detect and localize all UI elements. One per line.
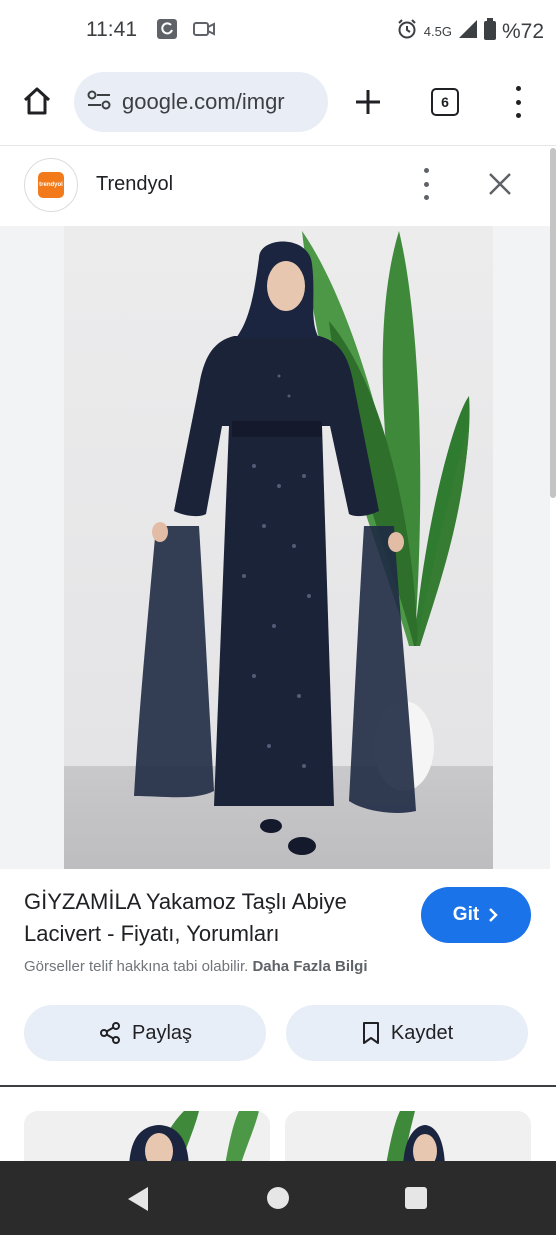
source-header: trendyol Trendyol <box>0 146 550 226</box>
visit-label: Git <box>452 904 480 925</box>
url-text: google.com/imgr <box>122 89 285 114</box>
product-image[interactable] <box>64 226 493 869</box>
recents-button[interactable] <box>405 1187 427 1209</box>
home-button[interactable] <box>20 84 54 118</box>
address-bar[interactable]: google.com/imgr <box>74 72 328 132</box>
more-vertical-icon <box>515 86 521 118</box>
section-divider <box>0 1085 556 1087</box>
back-icon <box>128 1187 148 1211</box>
browser-toolbar: google.com/imgr 6 <box>0 60 556 146</box>
share-label: Paylaş <box>131 1021 193 1044</box>
source-name[interactable]: Trendyol <box>96 173 173 196</box>
home-icon <box>23 87 51 115</box>
image-viewer <box>0 226 550 869</box>
trendyol-logo-icon: trendyol <box>38 172 64 198</box>
plus-icon <box>356 90 380 114</box>
status-system-icons: 4.5G %72 <box>396 18 544 45</box>
status-notification-icons <box>156 18 216 45</box>
status-bar: 11:41 4.5G %72 <box>0 0 556 60</box>
close-icon <box>489 173 511 195</box>
copyright-notice: Görseller telif hakkına tabi olabilir. D… <box>24 958 367 975</box>
share-icon <box>99 1022 120 1044</box>
product-title[interactable]: GİYZAMİLA Yakamoz Taşlı Abiye Lacivert -… <box>24 886 394 950</box>
sync-app-icon <box>156 18 178 45</box>
alarm-icon <box>396 18 418 45</box>
signal-icon <box>458 19 478 44</box>
network-type-label: 4.5G <box>423 24 452 39</box>
visit-button[interactable]: Git <box>421 887 531 943</box>
battery-icon <box>483 18 496 45</box>
tab-count: 6 <box>441 94 449 110</box>
home-nav-button[interactable] <box>267 1187 289 1209</box>
source-more-options-button[interactable] <box>418 168 434 200</box>
bookmark-icon <box>362 1022 379 1044</box>
status-time: 11:41 <box>86 18 137 41</box>
share-button[interactable]: Paylaş <box>24 1005 266 1061</box>
back-button[interactable] <box>126 1186 150 1217</box>
system-navigation-bar <box>0 1161 556 1235</box>
browser-menu-button[interactable] <box>508 86 528 118</box>
video-camera-icon <box>192 19 216 44</box>
close-button[interactable] <box>484 168 516 200</box>
save-label: Kaydet <box>390 1021 454 1044</box>
copyright-text: Görseller telif hakkına tabi olabilir. <box>24 958 249 975</box>
site-settings-icon[interactable] <box>86 89 112 116</box>
source-logo[interactable]: trendyol <box>24 158 78 212</box>
battery-percentage: %72 <box>501 19 544 43</box>
new-tab-button[interactable] <box>350 84 386 120</box>
page-scrollbar[interactable] <box>550 148 556 498</box>
tab-switcher-button[interactable]: 6 <box>431 88 459 116</box>
save-button[interactable]: Kaydet <box>286 1005 528 1061</box>
more-info-link[interactable]: Daha Fazla Bilgi <box>252 958 367 975</box>
chevron-right-icon <box>489 908 498 922</box>
